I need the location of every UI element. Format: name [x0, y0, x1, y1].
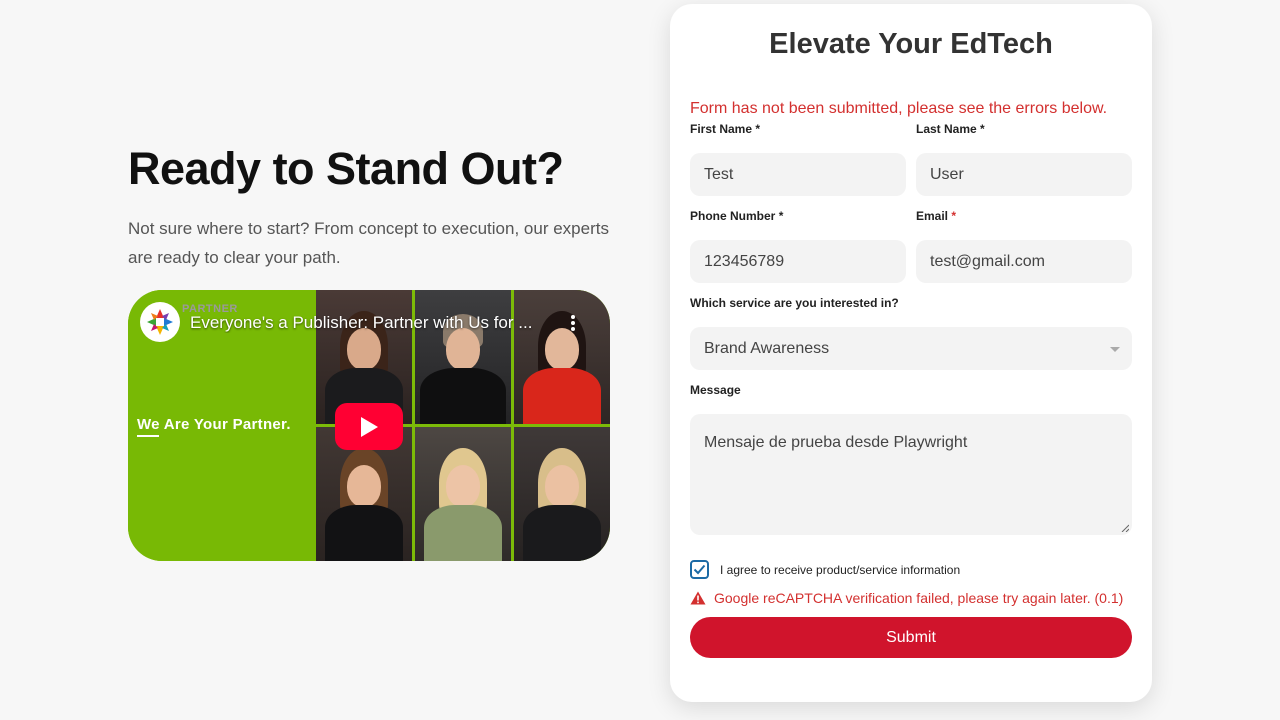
kebab-menu-icon[interactable] — [568, 312, 578, 334]
submit-button[interactable]: Submit — [690, 617, 1132, 658]
play-icon — [361, 416, 378, 437]
first-name-label: First Name * — [690, 122, 761, 136]
last-name-label: Last Name * — [916, 122, 985, 136]
contact-form-card: Elevate Your EdTech Form has not been su… — [670, 4, 1152, 702]
video-tagline: We Are Your Partner. — [137, 416, 291, 433]
warning-icon — [690, 591, 706, 605]
consent-checkbox[interactable] — [690, 560, 709, 579]
email-label: Email * — [916, 209, 957, 223]
message-label: Message — [690, 383, 741, 397]
resize-grip-icon[interactable] — [1121, 524, 1129, 532]
hero-subtext: Not sure where to start? From concept to… — [128, 219, 609, 267]
hero-section: Ready to Stand Out? Not sure where to st… — [128, 140, 618, 272]
phone-label: Phone Number * — [690, 209, 784, 223]
phone-field[interactable]: 123456789 — [690, 240, 906, 283]
checkmark-icon — [693, 564, 706, 575]
service-selected-value: Brand Awareness — [704, 339, 830, 357]
video-tile — [514, 427, 610, 561]
form-error-message: Form has not been submitted, please see … — [690, 100, 1108, 117]
last-name-field[interactable]: User — [916, 153, 1132, 196]
captcha-error: Google reCAPTCHA verification failed, pl… — [690, 590, 1123, 606]
service-select[interactable]: Brand Awareness — [690, 327, 1132, 370]
captcha-error-text: Google reCAPTCHA verification failed, pl… — [714, 590, 1124, 606]
first-name-field[interactable]: Test — [690, 153, 906, 196]
video-tile — [415, 290, 511, 424]
play-button[interactable] — [335, 403, 403, 450]
chevron-down-icon — [1110, 346, 1120, 352]
video-title[interactable]: Everyone's a Publisher: Partner with Us … — [190, 313, 545, 333]
video-tagline-underline — [137, 435, 159, 437]
hero-headline: Ready to Stand Out? — [128, 143, 564, 194]
email-field[interactable]: test@gmail.com — [916, 240, 1132, 283]
form-title: Elevate Your EdTech — [769, 28, 1053, 60]
service-label: Which service are you interested in? — [690, 296, 899, 310]
message-value: Mensaje de prueba desde Playwright — [704, 434, 968, 451]
partner-logo-icon[interactable] — [140, 302, 180, 342]
message-textarea[interactable]: Mensaje de prueba desde Playwright — [690, 414, 1132, 535]
video-tile — [415, 427, 511, 561]
video-embed[interactable]: We Are Your Partner. PARTNER Everyone's … — [128, 290, 610, 561]
video-tile — [514, 290, 610, 424]
consent-label[interactable]: I agree to receive product/service infor… — [720, 563, 960, 577]
